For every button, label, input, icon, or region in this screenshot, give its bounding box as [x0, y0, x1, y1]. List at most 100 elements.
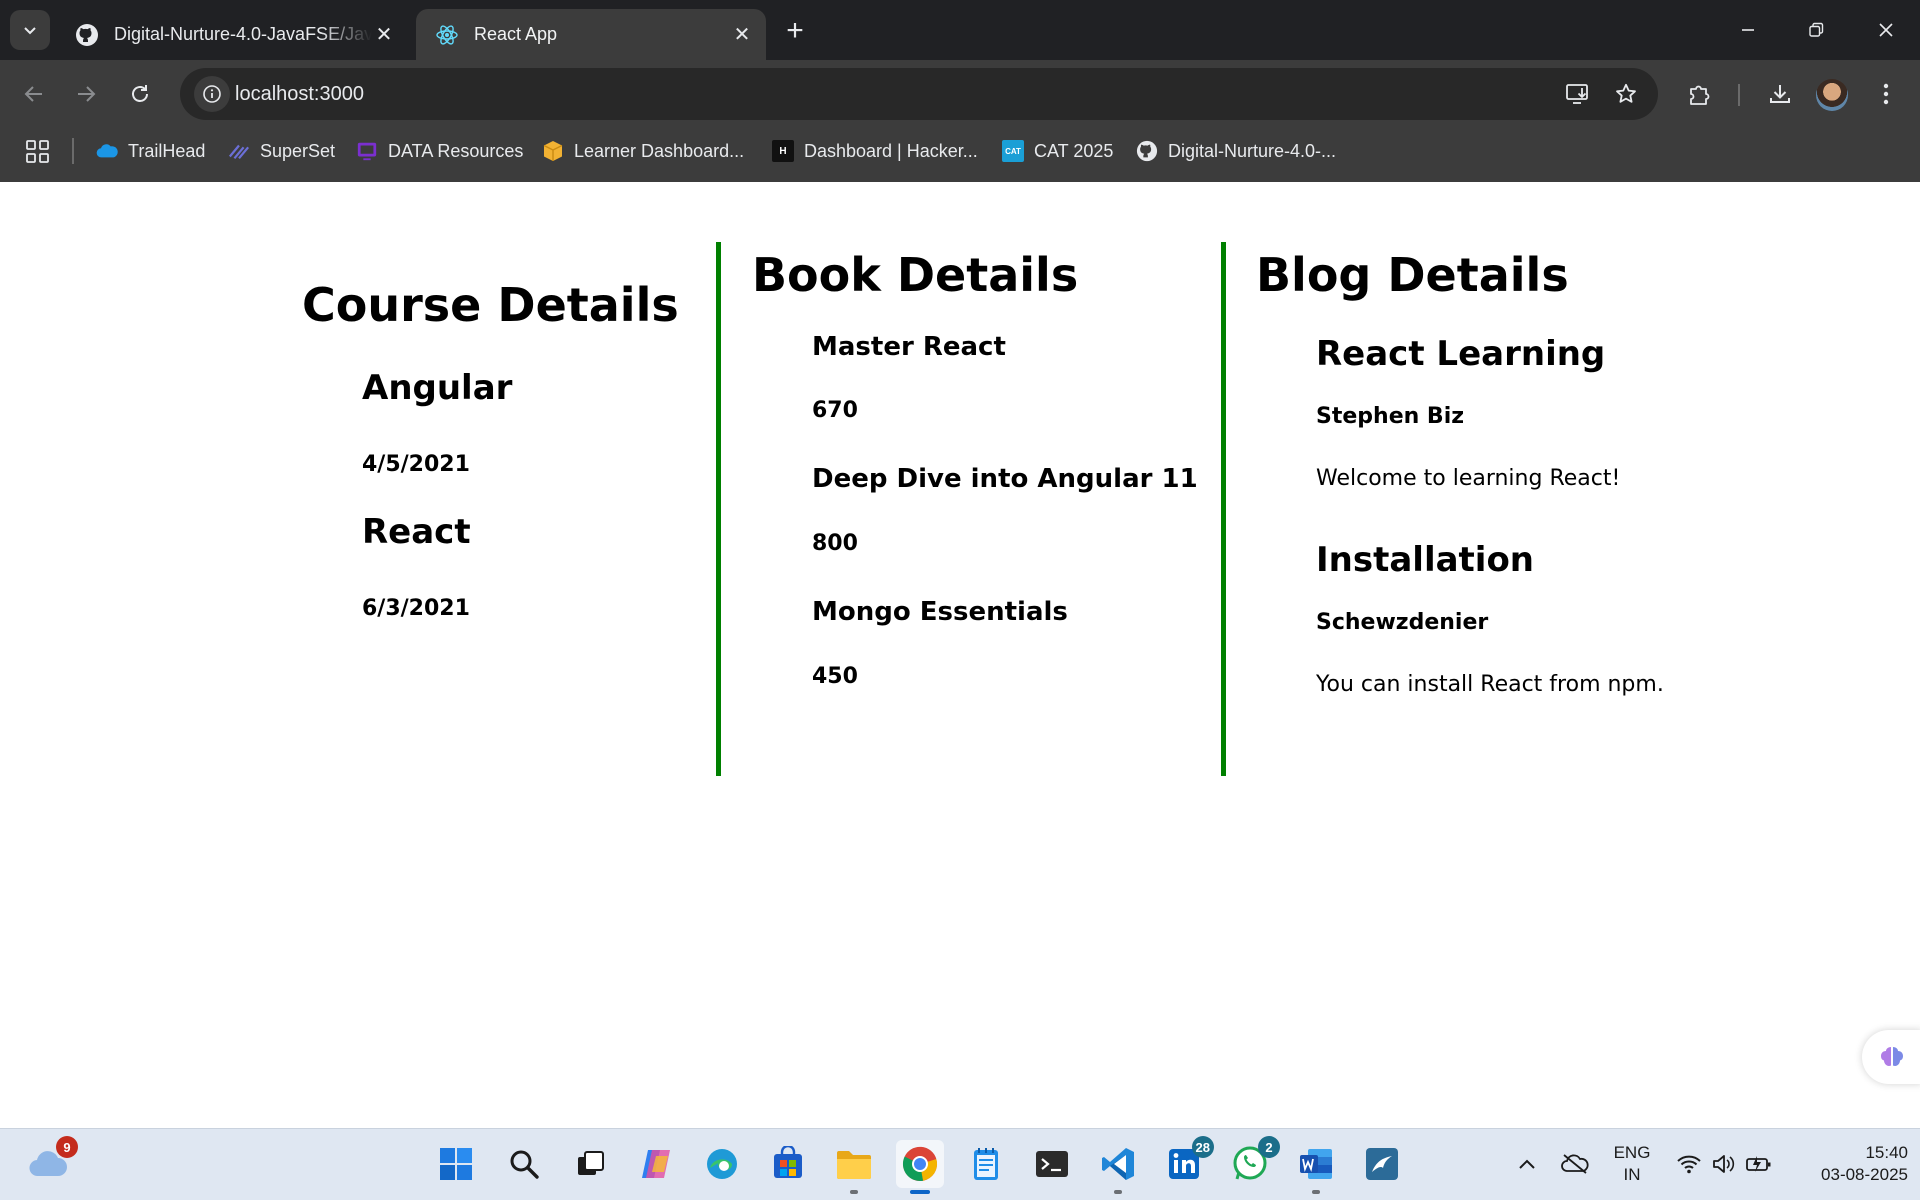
taskbar-word[interactable] — [1292, 1140, 1340, 1194]
bookmark-digital-nurture[interactable]: Digital-Nurture-4.0-... — [1136, 136, 1336, 166]
bookmark-hackerrank[interactable]: H Dashboard | Hacker... — [772, 136, 978, 166]
taskbar-start[interactable] — [432, 1140, 480, 1188]
arrow-left-icon — [24, 86, 42, 102]
extensions-button[interactable] — [1680, 74, 1720, 114]
react-icon — [434, 22, 460, 48]
taskbar-edge[interactable] — [698, 1140, 746, 1188]
blog-author: Stephen Biz — [1316, 404, 1465, 429]
language-code: ENG — [1613, 1143, 1651, 1162]
bookmark-label: DATA Resources — [388, 140, 524, 161]
bookmark-label: Learner Dashboard... — [574, 140, 745, 161]
arrow-right-icon — [78, 86, 96, 102]
battery-tray-button[interactable] — [1744, 1149, 1774, 1179]
taskbar-mysql-workbench[interactable] — [1358, 1140, 1406, 1188]
hackerrank-icon: H — [772, 140, 794, 162]
address-bar[interactable]: localhost:3000 — [180, 68, 1658, 120]
show-hidden-icons-button[interactable] — [1512, 1149, 1542, 1179]
language-region: IN — [1623, 1165, 1641, 1184]
close-icon[interactable]: ✕ — [372, 23, 396, 47]
cloud-offline-icon — [1561, 1154, 1589, 1174]
book-details-heading: Book Details — [752, 248, 1079, 302]
taskbar-vscode[interactable] — [1094, 1140, 1142, 1194]
copilot-icon — [642, 1150, 670, 1178]
book-name: Master React — [812, 332, 1006, 362]
bookmark-label: SuperSet — [260, 140, 336, 161]
store-icon — [774, 1146, 802, 1178]
clock-date: 03-08-2025 — [1821, 1165, 1908, 1184]
bookmark-star-button[interactable] — [1610, 78, 1642, 110]
course-details-heading: Course Details — [302, 278, 679, 332]
linkedin-badge: 28 — [1191, 1136, 1214, 1158]
course-name: React — [362, 512, 471, 552]
vscode-icon — [1102, 1148, 1134, 1180]
taskbar-task-view[interactable] — [566, 1140, 614, 1188]
reload-button[interactable] — [120, 74, 160, 114]
taskbar-file-explorer[interactable] — [830, 1140, 878, 1194]
taskbar-weather[interactable]: 9 — [24, 1136, 78, 1188]
forward-button[interactable] — [66, 74, 106, 114]
taskbar-chrome[interactable] — [896, 1140, 944, 1194]
superset-icon — [228, 140, 250, 162]
download-icon — [1770, 85, 1790, 103]
taskbar-whatsapp[interactable]: 2 — [1226, 1136, 1280, 1188]
close-icon — [1879, 23, 1893, 37]
bookmark-trailhead[interactable]: TrailHead — [96, 136, 205, 166]
volume-tray-button[interactable] — [1708, 1149, 1738, 1179]
book-details-section: Book Details Master React 670 Deep Dive … — [716, 242, 1222, 776]
restore-button[interactable] — [1782, 0, 1850, 60]
weather-badge: 9 — [56, 1136, 78, 1158]
assistant-floating-button[interactable] — [1862, 1030, 1920, 1084]
install-app-button[interactable] — [1562, 78, 1594, 110]
bookmark-superset[interactable]: SuperSet — [228, 136, 335, 166]
minimize-button[interactable] — [1714, 0, 1782, 60]
taskbar-search[interactable] — [500, 1140, 548, 1188]
browser-menu-button[interactable] — [1866, 74, 1906, 114]
search-icon — [510, 1150, 539, 1179]
edge-icon — [707, 1149, 737, 1179]
close-icon[interactable]: ✕ — [730, 23, 754, 47]
onedrive-tray-button[interactable] — [1560, 1149, 1590, 1179]
taskbar-linkedin[interactable]: 28 — [1160, 1136, 1214, 1188]
github-icon — [1136, 140, 1158, 162]
taskbar-notepad[interactable] — [962, 1140, 1010, 1188]
clock-time: 15:40 — [1865, 1143, 1908, 1162]
toolbar-divider — [1738, 84, 1740, 106]
info-icon — [203, 85, 221, 103]
downloads-button[interactable] — [1760, 74, 1800, 114]
tab-search-button[interactable] — [10, 10, 50, 50]
restore-icon — [1809, 22, 1824, 37]
mysql-workbench-icon — [1366, 1148, 1398, 1180]
minimize-icon — [1742, 29, 1754, 31]
brain-icon — [1881, 1047, 1903, 1066]
wifi-tray-button[interactable] — [1674, 1149, 1704, 1179]
bookmark-cat-2025[interactable]: CAT CAT 2025 — [1002, 136, 1113, 166]
apps-grid-button[interactable] — [24, 138, 52, 166]
address-url[interactable]: localhost:3000 — [235, 68, 364, 120]
tab-title: React App — [474, 24, 558, 44]
bookmark-learner-dashboard[interactable]: Learner Dashboard... — [542, 136, 744, 166]
taskbar-store[interactable] — [764, 1140, 812, 1188]
taskbar-terminal[interactable] — [1028, 1140, 1076, 1188]
bookmarks-divider — [72, 138, 74, 164]
bookmark-label: CAT 2025 — [1034, 140, 1114, 161]
book-name: Mongo Essentials — [812, 597, 1068, 627]
course-date: 6/3/2021 — [362, 596, 470, 621]
windows-start-icon — [440, 1148, 472, 1180]
bookmark-data-resources[interactable]: DATA Resources — [356, 136, 523, 166]
tab-react-app[interactable]: React App ✕ — [416, 9, 766, 60]
back-button[interactable] — [14, 74, 54, 114]
book-price: 670 — [812, 398, 858, 423]
tab-github[interactable]: Digital-Nurture-4.0-JavaFSE/Java ✕ — [56, 9, 408, 60]
site-info-button[interactable] — [194, 76, 230, 112]
wifi-icon — [1677, 1155, 1701, 1174]
taskbar-copilot[interactable] — [632, 1140, 680, 1188]
notepad-icon — [974, 1148, 998, 1180]
profile-avatar[interactable] — [1816, 79, 1848, 111]
new-tab-button[interactable]: + — [778, 14, 812, 48]
close-window-button[interactable] — [1852, 0, 1920, 60]
apps-grid-icon — [26, 140, 49, 163]
clock-button[interactable]: 15:40 03-08-2025 — [1790, 1142, 1908, 1186]
running-indicator — [850, 1190, 858, 1194]
input-language-button[interactable]: ENG IN — [1604, 1142, 1660, 1186]
blog-title: React Learning — [1316, 334, 1606, 374]
